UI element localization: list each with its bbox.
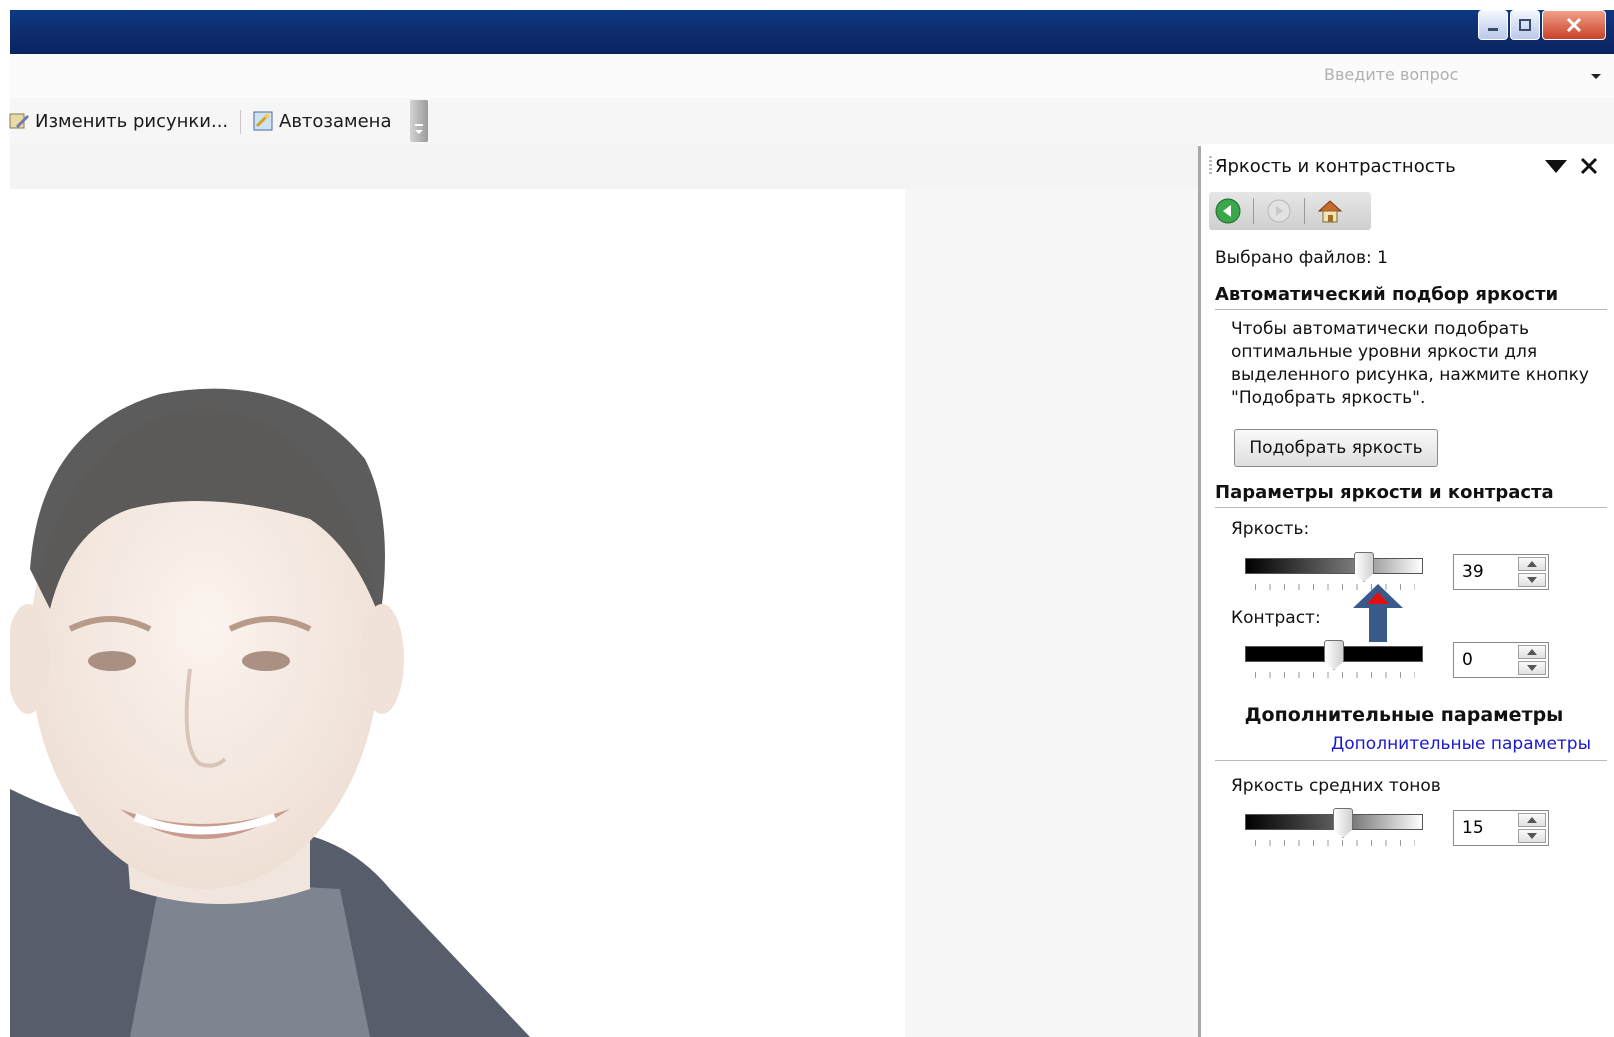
edit-picture-icon — [9, 113, 29, 129]
auto-description: Чтобы автоматически подобрать оптимальны… — [1231, 318, 1607, 410]
spin-up-button[interactable] — [1518, 813, 1546, 827]
close-icon — [1566, 17, 1582, 33]
section-divider — [1215, 760, 1607, 761]
forward-arrow-icon — [1267, 199, 1291, 223]
task-pane-navigation — [1209, 192, 1371, 230]
brightness-spinner[interactable]: 39 — [1453, 554, 1549, 590]
brightness-contrast-task-pane: Яркость и контрастность Выбрано файлов: … — [1198, 146, 1614, 1037]
home-icon — [1317, 200, 1343, 223]
menu-bar: Введите вопрос — [10, 54, 1614, 98]
task-pane-menu-icon[interactable] — [1545, 160, 1567, 174]
autocorrect-label: Автозамена — [279, 110, 392, 132]
contrast-thumb[interactable] — [1324, 640, 1344, 670]
auto-section-heading: Автоматический подбор яркости — [1215, 284, 1607, 310]
task-pane-title: Яркость и контрастность — [1215, 156, 1456, 177]
spin-down-button[interactable] — [1518, 829, 1546, 843]
brightness-spinner-arrows — [1518, 557, 1546, 587]
down-arrow-icon — [1527, 665, 1537, 671]
spin-up-button[interactable] — [1518, 557, 1546, 571]
minimize-icon — [1488, 28, 1498, 31]
edit-pictures-label: Изменить рисунки... — [35, 110, 229, 132]
close-window-button[interactable] — [1542, 10, 1606, 40]
spin-down-button[interactable] — [1518, 573, 1546, 587]
selected-picture — [10, 388, 530, 1037]
toolbar-options-button[interactable] — [410, 100, 428, 142]
back-button[interactable] — [1209, 194, 1247, 228]
contrast-label: Контраст: — [1231, 608, 1321, 628]
auto-brightness-button[interactable]: Подобрать яркость — [1234, 429, 1438, 467]
description-line: оптимальные уровни яркости для — [1231, 342, 1538, 362]
midtone-spinner[interactable]: 15 — [1453, 810, 1549, 846]
midtone-slider[interactable] — [1245, 808, 1423, 848]
restore-button[interactable] — [1510, 10, 1540, 40]
brightness-label: Яркость: — [1231, 519, 1310, 539]
midtone-label: Яркость средних тонов — [1231, 776, 1441, 796]
up-arrow-icon — [1527, 561, 1537, 567]
description-line: выделенного рисунка, нажмите кнопку — [1231, 365, 1589, 385]
task-pane-close-button[interactable] — [1579, 156, 1599, 180]
toolbar-overflow-icon — [415, 124, 423, 134]
up-arrow-icon — [1527, 817, 1537, 823]
nav-separator — [1253, 198, 1254, 224]
toolbar-separator — [240, 110, 241, 134]
contrast-slider[interactable] — [1245, 640, 1423, 680]
down-arrow-icon — [1527, 833, 1537, 839]
midtone-thumb[interactable] — [1333, 808, 1353, 838]
nav-separator — [1304, 198, 1305, 224]
minimize-button[interactable] — [1478, 10, 1508, 40]
brightness-value[interactable]: 39 — [1462, 562, 1484, 582]
edit-pictures-button[interactable]: Изменить рисунки... — [8, 106, 228, 136]
forward-button[interactable] — [1260, 194, 1298, 228]
selected-files-count: Выбрано файлов: 1 — [1215, 248, 1388, 268]
contrast-value[interactable]: 0 — [1462, 650, 1473, 670]
contrast-ticks — [1255, 672, 1415, 678]
midtone-value[interactable]: 15 — [1462, 818, 1484, 838]
down-arrow-icon — [1527, 577, 1537, 583]
picture-canvas[interactable] — [10, 189, 905, 1037]
picture-toolbar: Изменить рисунки... Автозамена — [8, 98, 1614, 144]
params-section-heading: Параметры яркости и контраста — [1215, 482, 1607, 508]
brightness-track — [1245, 558, 1423, 574]
pointer-arrow-icon — [1353, 584, 1403, 642]
workspace-top-strip — [10, 144, 1198, 189]
help-question-input[interactable]: Введите вопрос — [1324, 62, 1574, 86]
back-arrow-icon — [1215, 198, 1241, 224]
midtone-ticks — [1255, 840, 1415, 846]
advanced-heading: Дополнительные параметры — [1244, 704, 1564, 726]
window-controls — [1476, 10, 1606, 44]
close-icon — [1580, 157, 1598, 175]
task-pane-grip[interactable] — [1209, 156, 1212, 176]
autocorrect-icon — [253, 111, 273, 131]
up-arrow-icon — [1527, 649, 1537, 655]
contrast-spinner[interactable]: 0 — [1453, 642, 1549, 678]
spin-up-button[interactable] — [1518, 645, 1546, 659]
contrast-spinner-arrows — [1518, 645, 1546, 675]
title-bar — [10, 10, 1614, 54]
description-line: "Подобрать яркость". — [1231, 388, 1426, 408]
question-dropdown-icon[interactable] — [1586, 66, 1606, 86]
description-line: Чтобы автоматически подобрать — [1231, 319, 1530, 339]
autocorrect-button[interactable]: Автозамена — [252, 106, 391, 136]
home-button[interactable] — [1311, 194, 1349, 228]
advanced-link[interactable]: Дополнительные параметры — [1331, 734, 1591, 754]
brightness-thumb[interactable] — [1354, 552, 1374, 582]
midtone-spinner-arrows — [1518, 813, 1546, 843]
restore-icon — [1519, 19, 1531, 31]
spin-down-button[interactable] — [1518, 661, 1546, 675]
